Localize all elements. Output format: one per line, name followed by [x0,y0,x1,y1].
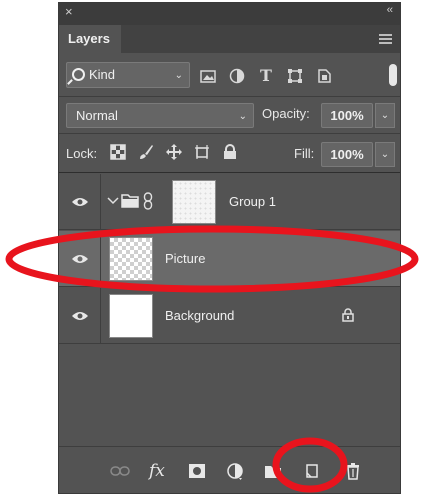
layer-row-picture[interactable]: Picture [59,231,400,287]
smart-object-filter-icon[interactable] [315,67,333,85]
lock-row: Lock: Fill: 100% ⌄ [59,135,400,173]
eye-icon [72,255,88,263]
filter-kind-dropdown[interactable]: Kind ⌄ [66,62,190,88]
opacity-chevron-icon[interactable]: ⌄ [375,103,395,128]
lock-transparent-icon[interactable] [109,143,127,161]
layer-row-background[interactable]: Background [59,288,400,344]
adjustment-layer-icon[interactable] [225,461,245,481]
filter-toggle[interactable] [389,64,397,86]
type-filter-icon[interactable]: T [257,67,275,85]
adjustment-filter-icon[interactable] [228,67,246,85]
tab-bar [121,25,400,53]
layer-row-group[interactable]: Group 1 [59,174,400,230]
lock-icon [342,308,354,322]
filter-kind-label: Kind [89,67,116,82]
fx-icon[interactable]: fx [149,461,169,481]
panel-menu-icon[interactable] [379,34,392,44]
chevron-down-icon: ⌄ [238,111,247,122]
close-icon[interactable]: × [65,5,73,18]
opacity-label: Opacity: [262,106,310,121]
filter-row: Kind ⌄ T [59,53,400,97]
new-layer-icon[interactable] [302,461,322,481]
layer-thumbnail [109,294,153,338]
layer-thumbnail [109,237,153,281]
eye-icon [72,312,88,320]
layers-list: Group 1 Picture Background [59,174,400,446]
link-icon [143,192,153,210]
visibility-toggle[interactable] [59,288,101,343]
search-icon [72,68,85,81]
lock-position-icon[interactable] [165,143,183,161]
folder-icon [121,194,139,208]
layer-thumbnail [172,180,216,224]
tab-layers[interactable]: Layers [59,25,121,53]
fill-label: Fill: [294,146,315,161]
delete-layer-icon[interactable] [343,461,363,481]
lock-artboard-icon[interactable] [193,143,211,161]
chevron-down-icon: ⌄ [174,70,183,81]
panel-title-bar: × ‹‹ [59,3,400,25]
blend-mode-value: Normal [76,108,118,123]
new-group-icon[interactable] [263,461,283,481]
layer-name[interactable]: Background [165,308,234,323]
layer-name[interactable]: Group 1 [229,194,276,209]
collapse-icon[interactable]: ‹‹ [387,5,393,16]
fill-input[interactable]: 100% [321,142,373,167]
image-filter-icon[interactable] [199,67,217,85]
eye-icon [72,198,88,206]
chevron-down-icon[interactable] [107,196,119,206]
blend-row: Normal ⌄ Opacity: 100% ⌄ [59,98,400,134]
lock-image-icon[interactable] [137,143,155,161]
visibility-toggle[interactable] [59,231,101,286]
shape-filter-icon[interactable] [286,67,304,85]
lock-all-icon[interactable] [221,143,239,161]
lock-label: Lock: [66,146,98,161]
fill-chevron-icon[interactable]: ⌄ [375,142,395,167]
opacity-input[interactable]: 100% [321,103,373,128]
layer-name[interactable]: Picture [165,251,205,266]
add-mask-icon[interactable] [187,461,207,481]
layers-panel: × ‹‹ Layers Kind ⌄ T Normal ⌄ Opacity: 1… [58,2,401,494]
blend-mode-dropdown[interactable]: Normal ⌄ [66,103,254,128]
layers-toolbar: fx [59,446,400,493]
link-layers-icon[interactable] [110,461,130,481]
visibility-toggle[interactable] [59,174,101,229]
